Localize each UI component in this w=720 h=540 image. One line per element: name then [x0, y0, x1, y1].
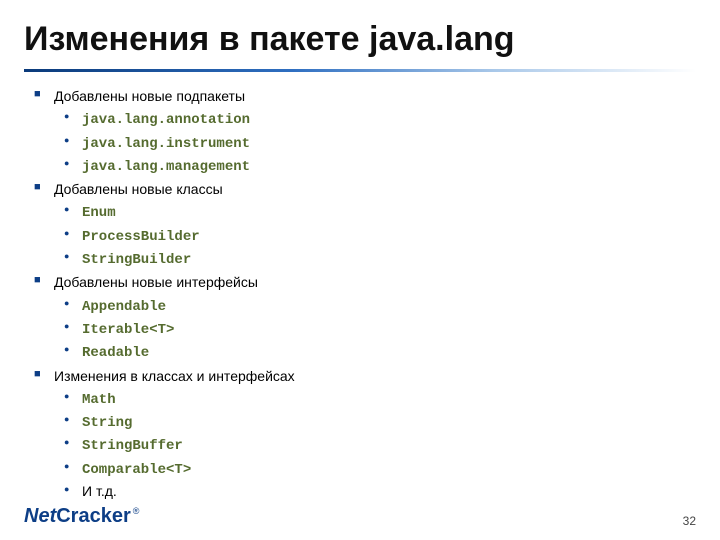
logo: NetCracker® — [24, 505, 139, 528]
code-text: StringBuilder — [82, 252, 191, 268]
sub-list: Enum ProcessBuilder StringBuilder — [54, 201, 696, 270]
list-item: StringBuffer — [54, 434, 696, 456]
code-text: Appendable — [82, 299, 166, 315]
slide: Изменения в пакете java.lang Добавлены н… — [0, 0, 720, 540]
logo-cracker: Cracker — [56, 505, 131, 528]
code-text: Enum — [82, 205, 116, 221]
code-text: StringBuffer — [82, 438, 183, 454]
code-text: java.lang.annotation — [82, 112, 250, 128]
code-text: java.lang.instrument — [82, 136, 250, 152]
code-text: Readable — [82, 345, 149, 361]
list-item: java.lang.annotation — [54, 108, 696, 130]
section-heading: Изменения в классах и интерфейсах — [54, 368, 295, 384]
code-text: Math — [82, 392, 116, 408]
list-item: java.lang.management — [54, 155, 696, 177]
title-rule — [24, 69, 696, 72]
list-item: Comparable<T> — [54, 458, 696, 480]
section: Добавлены новые подпакеты java.lang.anno… — [30, 86, 696, 177]
list-item: Enum — [54, 201, 696, 223]
section-heading: Добавлены новые интерфейсы — [54, 274, 258, 290]
sub-list: Math String StringBuffer Comparable<T> И… — [54, 388, 696, 501]
sub-list: java.lang.annotation java.lang.instrumen… — [54, 108, 696, 177]
list-item: String — [54, 411, 696, 433]
list-item: Readable — [54, 341, 696, 363]
section-heading: Добавлены новые классы — [54, 181, 223, 197]
list-item: ProcessBuilder — [54, 225, 696, 247]
footer: NetCracker® 32 — [0, 505, 720, 528]
bullet-list: Добавлены новые подпакеты java.lang.anno… — [30, 86, 696, 501]
code-text: Comparable<T> — [82, 462, 191, 478]
logo-reg: ® — [133, 506, 140, 516]
list-item: java.lang.instrument — [54, 132, 696, 154]
list-item: И т.д. — [54, 481, 696, 501]
section: Добавлены новые интерфейсы Appendable It… — [30, 272, 696, 363]
list-item: Iterable<T> — [54, 318, 696, 340]
section: Добавлены новые классы Enum ProcessBuild… — [30, 179, 696, 270]
section-heading: Добавлены новые подпакеты — [54, 88, 245, 104]
code-text: Iterable<T> — [82, 322, 174, 338]
slide-title: Изменения в пакете java.lang — [24, 20, 696, 59]
page-number: 32 — [683, 514, 696, 528]
sub-list: Appendable Iterable<T> Readable — [54, 295, 696, 364]
code-text: java.lang.management — [82, 159, 250, 175]
list-item: Appendable — [54, 295, 696, 317]
code-text: ProcessBuilder — [82, 229, 200, 245]
list-item: Math — [54, 388, 696, 410]
section: Изменения в классах и интерфейсах Math S… — [30, 366, 696, 502]
slide-body: Добавлены новые подпакеты java.lang.anno… — [24, 86, 696, 501]
code-text: String — [82, 415, 132, 431]
logo-net: Net — [24, 505, 56, 528]
plain-text: И т.д. — [82, 483, 117, 499]
list-item: StringBuilder — [54, 248, 696, 270]
